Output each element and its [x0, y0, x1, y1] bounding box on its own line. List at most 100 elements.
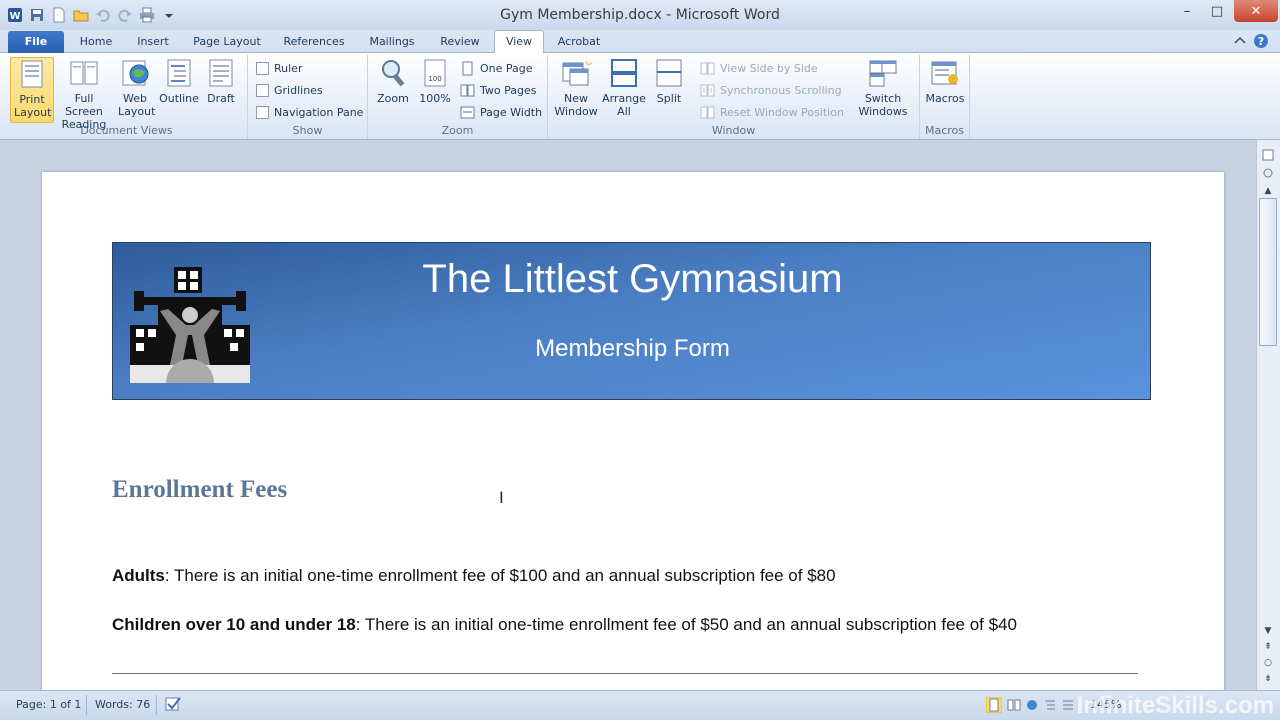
- outline-button[interactable]: Outline: [158, 57, 200, 105]
- vertical-scrollbar[interactable]: ▲ ▼ ⇞ ○ ⇟: [1256, 140, 1280, 690]
- document-page[interactable]: The Littlest Gymnasium Membership Form E…: [42, 172, 1224, 690]
- tab-insert[interactable]: Insert: [128, 34, 178, 53]
- web-layout-view-icon[interactable]: [1024, 697, 1040, 713]
- new-window-button[interactable]: New Window: [552, 57, 600, 118]
- scroll-thumb[interactable]: [1259, 198, 1277, 346]
- print-layout-button[interactable]: Print Layout: [10, 57, 54, 123]
- word-count[interactable]: Words: 76: [95, 698, 150, 711]
- tab-review[interactable]: Review: [432, 34, 488, 53]
- view-side-by-side-button[interactable]: View Side by Side: [700, 61, 818, 76]
- group-label-document-views: Document Views: [80, 124, 173, 137]
- switch-windows-button[interactable]: Switch Windows: [852, 57, 914, 118]
- adults-paragraph: Adults: There is an initial one-time enr…: [112, 566, 836, 586]
- outline-icon: [167, 59, 191, 87]
- page-count[interactable]: Page: 1 of 1: [16, 698, 81, 711]
- adults-label: Adults: [112, 566, 165, 585]
- zoom-button[interactable]: Zoom: [374, 57, 412, 105]
- switch-windows-icon: [869, 60, 897, 87]
- reset-window-position-button[interactable]: Reset Window Position: [700, 105, 844, 120]
- tab-file[interactable]: File: [8, 31, 64, 53]
- select-browse-object-button[interactable]: ○: [1260, 656, 1276, 670]
- outline-view-icon[interactable]: [1042, 697, 1058, 713]
- print-layout-icon: [21, 60, 43, 88]
- print-layout-view-icon[interactable]: [985, 696, 1003, 714]
- infiniteskills-watermark: InfiniteSkills.com: [1076, 692, 1274, 719]
- maximize-button[interactable]: □: [1204, 0, 1230, 22]
- window-title: Gym Membership.docx - Microsoft Word: [500, 7, 780, 23]
- full-screen-view-icon[interactable]: [1006, 697, 1022, 713]
- next-page-button[interactable]: ⇟: [1260, 672, 1276, 686]
- group-window: New Window Arrange All Split View Side b…: [548, 55, 920, 139]
- split-button[interactable]: Split: [650, 57, 688, 105]
- navigation-pane-check-box[interactable]: [256, 106, 269, 119]
- arrange-all-button[interactable]: Arrange All: [602, 57, 646, 118]
- proofing-icon[interactable]: [164, 695, 182, 716]
- scroll-up-button[interactable]: ▲: [1260, 184, 1276, 198]
- adults-text: : There is an initial one-time enrollmen…: [164, 566, 836, 585]
- ruler-check-box[interactable]: [256, 62, 269, 75]
- one-page-button[interactable]: One Page: [460, 61, 533, 76]
- banner-subtitle: Membership Form: [535, 335, 730, 362]
- gridlines-check-box[interactable]: [256, 84, 269, 97]
- tab-references[interactable]: References: [276, 34, 352, 53]
- group-label-macros: Macros: [924, 124, 965, 137]
- previous-page-button[interactable]: ⇞: [1260, 640, 1276, 654]
- banner: The Littlest Gymnasium Membership Form: [112, 242, 1151, 400]
- svg-text:?: ?: [1258, 35, 1264, 48]
- full-screen-reading-button[interactable]: Full Screen Reading: [56, 57, 112, 131]
- macros-icon: [931, 61, 958, 85]
- tab-acrobat[interactable]: Acrobat: [550, 34, 608, 53]
- page-100-icon: 100: [424, 59, 446, 87]
- reset-window-icon: [700, 106, 715, 119]
- two-pages-button[interactable]: Two Pages: [460, 83, 536, 98]
- arrange-all-icon: [611, 59, 637, 87]
- title-bar: W Gym Membership.docx - Microsoft Word –…: [0, 0, 1280, 30]
- one-page-icon: [462, 61, 473, 76]
- two-pages-icon: [460, 84, 475, 97]
- tab-mailings[interactable]: Mailings: [360, 34, 424, 53]
- tab-view[interactable]: View: [494, 30, 544, 54]
- text-cursor-icon: I: [499, 488, 504, 507]
- group-label-zoom: Zoom: [441, 124, 474, 137]
- gridlines-checkbox[interactable]: Gridlines: [256, 84, 323, 97]
- navigation-pane-checkbox[interactable]: Navigation Pane: [256, 106, 363, 119]
- children-paragraph: Children over 10 and under 18: There is …: [112, 615, 1017, 635]
- document-area[interactable]: The Littlest Gymnasium Membership Form E…: [0, 140, 1256, 690]
- svg-text:100: 100: [428, 75, 441, 83]
- zoom-100-button[interactable]: 100 100%: [416, 57, 454, 105]
- view-ruler-icon[interactable]: [1260, 148, 1276, 162]
- tab-page-layout[interactable]: Page Layout: [186, 34, 268, 53]
- group-zoom: Zoom 100 100% One Page Two Pages Page Wi…: [368, 55, 548, 139]
- ribbon-minimize-icon[interactable]: [1232, 33, 1248, 49]
- side-by-side-icon: [700, 62, 715, 75]
- status-separator: [156, 695, 157, 715]
- banner-title: The Littlest Gymnasium: [422, 257, 843, 301]
- web-layout-button[interactable]: Web Layout: [116, 57, 155, 118]
- new-window-icon: [562, 60, 592, 86]
- close-button[interactable]: ✕: [1234, 0, 1278, 22]
- magnifier-icon: [382, 60, 405, 87]
- status-bar: Page: 1 of 1 Words: 76 145% InfiniteSkil…: [0, 690, 1280, 720]
- section-heading: Enrollment Fees: [112, 476, 288, 503]
- tab-home[interactable]: Home: [72, 34, 120, 53]
- ribbon-tabs: File Home Insert Page Layout References …: [0, 30, 1280, 54]
- sync-scroll-icon: [700, 84, 715, 97]
- scroll-down-button[interactable]: ▼: [1260, 624, 1276, 638]
- group-label-show: Show: [292, 124, 323, 137]
- page-width-icon: [460, 106, 475, 119]
- hand-icon[interactable]: [1260, 166, 1276, 180]
- help-icon[interactable]: ?: [1253, 33, 1269, 49]
- macros-button[interactable]: Macros: [924, 57, 966, 105]
- split-icon: [656, 59, 682, 87]
- page-width-button[interactable]: Page Width: [460, 105, 542, 120]
- draft-view-icon[interactable]: [1060, 697, 1076, 713]
- draft-button[interactable]: Draft: [202, 57, 240, 105]
- synchronous-scrolling-button[interactable]: Synchronous Scrolling: [700, 83, 842, 98]
- ruler-checkbox[interactable]: Ruler: [256, 62, 302, 75]
- children-label: Children over 10 and under 18: [112, 615, 356, 634]
- group-macros: Macros Macros: [920, 55, 970, 139]
- minimize-button[interactable]: –: [1174, 0, 1200, 22]
- children-text: : There is an initial one-time enrollmen…: [355, 615, 1017, 634]
- group-show: Ruler Gridlines Navigation Pane Show: [248, 55, 368, 139]
- draft-icon: [209, 59, 233, 87]
